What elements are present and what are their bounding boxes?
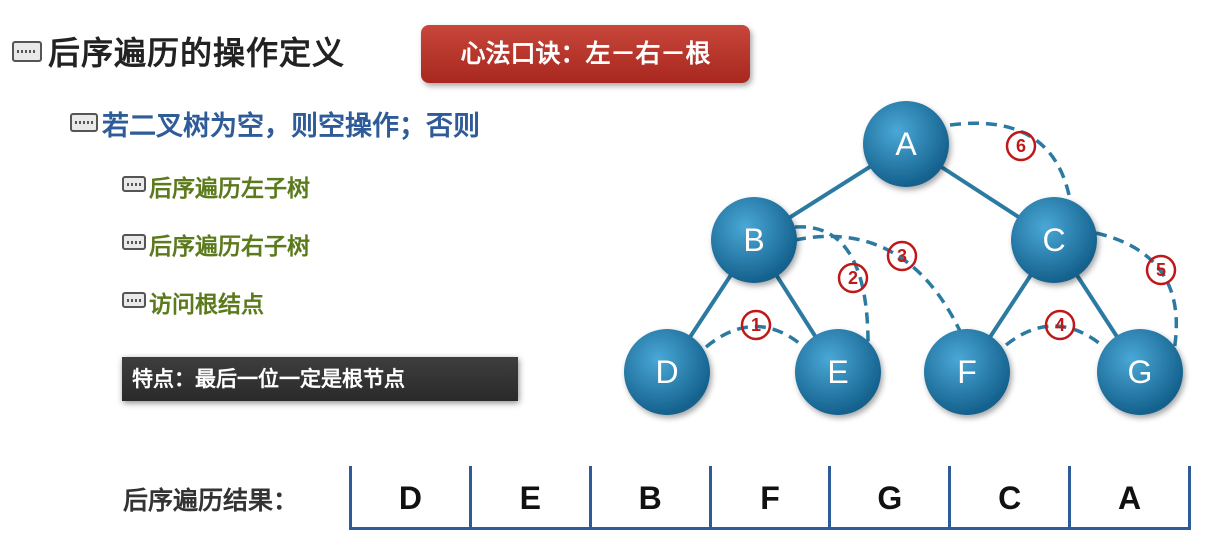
result-cell: B <box>592 466 712 527</box>
node-b-label: B <box>743 222 764 258</box>
node-d-label: D <box>655 354 678 390</box>
node-g-label: G <box>1128 354 1153 390</box>
node-a-label: A <box>895 126 917 162</box>
node-e-label: E <box>827 354 848 390</box>
order-markers <box>740 130 1177 341</box>
order-number-2: 2 <box>848 268 858 288</box>
result-cell: E <box>472 466 592 527</box>
order-number-1: 1 <box>751 315 761 335</box>
result-cell: A <box>1118 480 1142 516</box>
result-cell: G <box>831 466 952 527</box>
order-number-3: 3 <box>897 246 907 266</box>
result-cell: F <box>712 466 832 527</box>
order-number-6: 6 <box>1016 136 1026 156</box>
node-f-label: F <box>957 354 977 390</box>
node-c-label: C <box>1042 222 1065 258</box>
order-number-4: 4 <box>1055 315 1065 335</box>
result-cell: D <box>352 466 472 527</box>
traversal-arc-3 <box>794 234 962 332</box>
result-sequence: D E B F G C A <box>349 466 1191 530</box>
result-label: 后序遍历结果： <box>123 486 299 515</box>
order-number-5: 5 <box>1156 260 1166 280</box>
result-cell: C <box>951 466 1072 527</box>
